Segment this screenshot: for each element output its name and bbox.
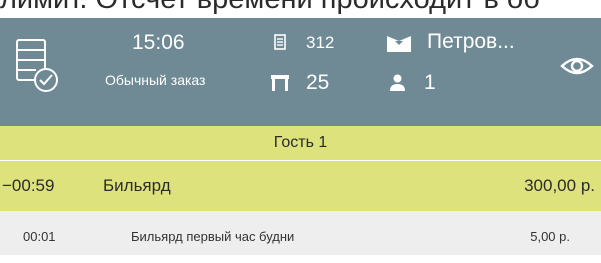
order-type: Обычный заказ (105, 72, 206, 88)
modifier-name: Бильярд первый час будни (131, 229, 295, 244)
item-timer: −00:59 (2, 176, 55, 195)
modifier-time: 00:01 (23, 229, 56, 244)
waiter-name[interactable]: Петров... (427, 28, 515, 56)
order-number: 312 (306, 33, 335, 52)
order-header: 15:06 Обычный заказ 312 25 Петров... 1 (0, 18, 601, 126)
table-number: 25 (306, 71, 330, 94)
order-item-row[interactable]: −00:59 Бильярд 300,00 р. (0, 161, 601, 211)
eye-icon[interactable] (560, 52, 594, 80)
item-name: Бильярд (103, 176, 171, 195)
table-icon (271, 75, 289, 91)
waiter-icon (387, 36, 411, 52)
modifier-row[interactable]: 00:01 Бильярд первый час будни 5,00 р. (0, 211, 601, 255)
order-list-check-icon[interactable] (14, 37, 60, 95)
guest-header[interactable]: Гость 1 (0, 126, 601, 161)
item-price: 300,00 р. (524, 176, 595, 195)
order-time: 15:06 (132, 31, 185, 54)
guests-count: 1 (424, 71, 436, 94)
person-icon (390, 74, 405, 91)
receipt-icon (274, 34, 286, 50)
background-text: лимит. Отсчет времени происходит в об (0, 0, 601, 18)
modifier-price: 5,00 р. (530, 229, 570, 244)
